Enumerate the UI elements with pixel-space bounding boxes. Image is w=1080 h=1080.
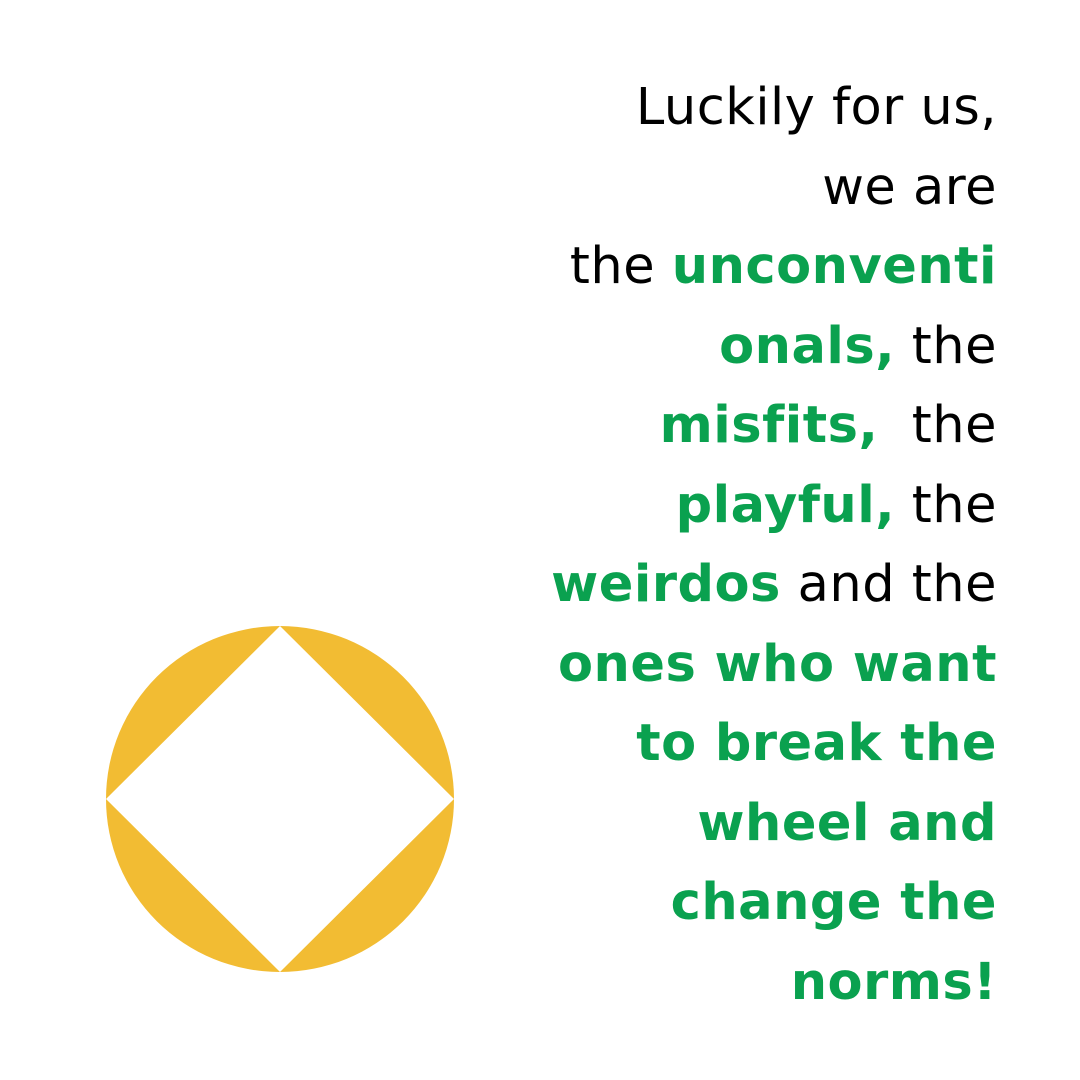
manifesto-line-7: weirdos and the [477,545,997,625]
line-8-text-emphasis: ones who want [558,634,997,694]
line-1-text: Luckily for us, [635,78,997,137]
line-7-text-emphasis: weirdos [551,555,781,614]
line-4-text-regular: the [895,316,997,376]
line-3-text-regular: the [569,237,672,296]
manifesto-line-11: change the [477,863,997,943]
line-9-text-emphasis: to break the [636,714,997,773]
manifesto-line-4: onals, the [477,307,997,387]
line-5-text-regular: the [878,396,997,455]
manifesto-line-10: wheel and [477,784,997,864]
post-canvas: Luckily for us, we are the unconventi on… [0,0,1080,1080]
line-5-text-emphasis: misfits, [659,396,879,455]
line-6-text-emphasis: playful, [675,475,896,535]
line-11-text-emphasis: change the [670,873,997,932]
manifesto-line-8: ones who want [477,625,997,705]
circle-with-inscribed-diamond-icon [106,626,454,972]
line-2-text: we are [822,157,997,217]
line-12-text-emphasis: norms! [790,952,997,1012]
line-4-text-emphasis: onals, [719,316,896,376]
manifesto-line-12: norms! [477,943,997,1023]
line-7-text-regular: and the [780,555,997,614]
manifesto-line-9: to break the [477,704,997,784]
line-3-text-emphasis: unconventi [671,237,997,296]
manifesto-line-1: Luckily for us, [477,68,997,148]
manifesto-line-2: we are [477,148,997,228]
line-10-text-emphasis: wheel and [697,793,997,853]
manifesto-text: Luckily for us, we are the unconventi on… [477,68,997,1022]
line-6-text-regular: the [895,475,997,535]
manifesto-line-5: misfits, the [477,386,997,466]
manifesto-line-3: the unconventi [477,227,997,307]
manifesto-line-6: playful, the [477,466,997,546]
